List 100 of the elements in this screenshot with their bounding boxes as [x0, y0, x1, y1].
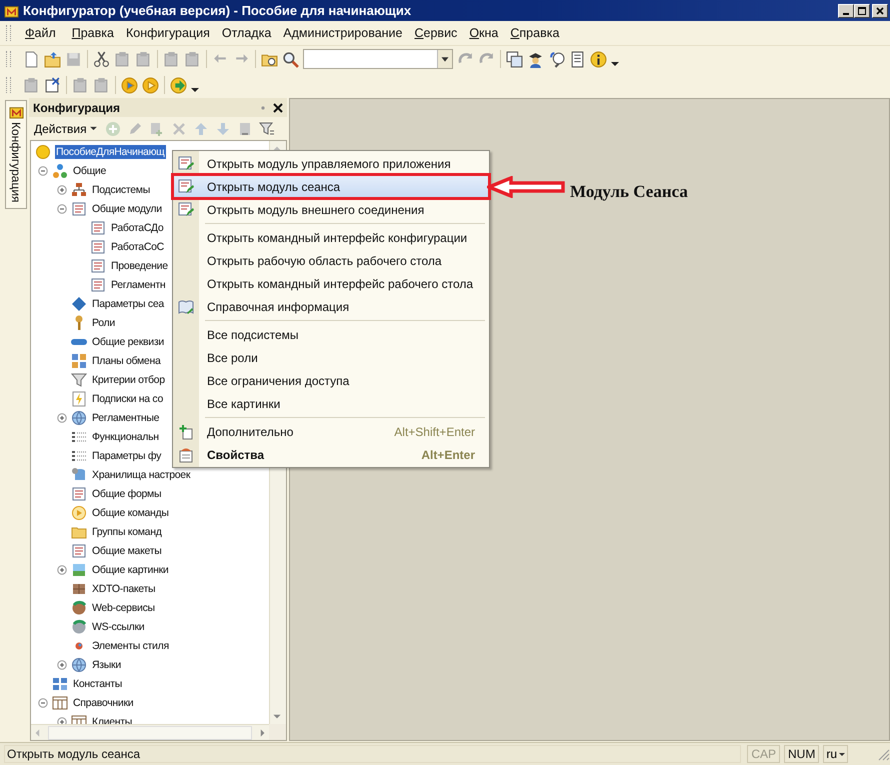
menu-item[interactable]: Открыть модуль внешнего соединения — [173, 198, 489, 221]
collapse-icon[interactable] — [38, 166, 48, 176]
search-icon[interactable] — [282, 50, 299, 68]
tree-item[interactable]: РаботаСоС — [110, 240, 165, 254]
menu-item[interactable]: Все ограничения доступа — [173, 369, 489, 392]
tree-item[interactable]: ПособиеДляНачинающ — [55, 144, 166, 158]
menu-item[interactable]: Окна — [463, 24, 504, 42]
properties-icon — [178, 446, 194, 462]
pin-icon[interactable] — [259, 104, 267, 112]
graduate-icon[interactable] — [527, 50, 544, 68]
tree-item[interactable]: WS-ссылки — [91, 620, 146, 634]
annotation-label: Модуль Сеанса — [570, 182, 688, 202]
tree-item[interactable]: Web-сервисы — [91, 600, 156, 614]
horizontal-scrollbar[interactable] — [31, 724, 269, 740]
play-icon — [71, 504, 87, 520]
menu-item[interactable]: Справочная информация — [173, 295, 489, 318]
expand-icon[interactable] — [57, 412, 67, 422]
side-tab[interactable]: Конфигурация — [5, 100, 27, 209]
open-folder-icon[interactable] — [44, 50, 61, 68]
caret-icon[interactable] — [191, 87, 199, 93]
close-button[interactable] — [872, 4, 888, 18]
menu-item[interactable]: Правка — [66, 24, 120, 42]
menu-item[interactable]: Открыть модуль сеанса — [173, 175, 489, 198]
play-icon[interactable] — [121, 76, 138, 94]
filter-icon[interactable] — [258, 120, 275, 136]
ball-icon — [35, 144, 51, 160]
tree-item[interactable]: Критерии отбор — [91, 372, 166, 386]
tree-item[interactable]: Планы обмена — [91, 354, 162, 368]
tree-item[interactable]: Элементы стиля — [91, 638, 170, 652]
help-icon[interactable] — [548, 50, 565, 68]
collapse-icon[interactable] — [57, 204, 67, 214]
tree-item[interactable]: Общие реквизи — [91, 334, 165, 348]
tree-item[interactable]: Общие команды — [91, 506, 170, 520]
info-icon[interactable] — [590, 50, 607, 68]
scrollbar-corner — [269, 724, 286, 740]
play-icon[interactable] — [142, 76, 159, 94]
key-indicator: CAP — [747, 745, 780, 763]
tree-item[interactable]: Подписки на со — [91, 392, 164, 406]
tree-item[interactable]: Регламентн — [110, 278, 166, 292]
tree-item[interactable]: Регламентные — [91, 410, 160, 424]
tree-item[interactable]: Справочники — [72, 696, 134, 710]
status-message: Открыть модуль сеанса — [4, 745, 742, 763]
menu-item[interactable]: Справка — [504, 24, 566, 42]
menu-item[interactable]: Все подсистемы — [173, 323, 489, 346]
expand-icon[interactable] — [57, 660, 67, 670]
document-icon — [90, 220, 106, 236]
expand-icon[interactable] — [57, 564, 67, 574]
tree-item[interactable]: Функциональн — [91, 430, 160, 444]
new-document-icon[interactable] — [23, 50, 40, 68]
actions-button[interactable]: Действия — [32, 122, 99, 136]
module-edit-icon — [178, 202, 194, 218]
caret-icon — [90, 126, 97, 131]
tree-item[interactable]: Параметры сеа — [91, 296, 165, 310]
menu-item[interactable]: Открыть командный интерфейс рабочего стола — [173, 272, 489, 295]
menu-item[interactable]: Отладка — [216, 24, 278, 42]
tree-item[interactable]: Общие модули — [91, 202, 163, 216]
tree-item[interactable]: РаботаСДо — [110, 220, 164, 234]
collapse-icon[interactable] — [38, 698, 48, 708]
document-icon — [90, 258, 106, 274]
menu-item[interactable]: Конфигурация — [120, 24, 216, 42]
tree-item[interactable]: Подсистемы — [91, 182, 151, 196]
language-button[interactable]: ru — [823, 745, 848, 763]
expand-icon[interactable] — [57, 184, 67, 194]
nodes-icon — [52, 162, 68, 178]
close-icon[interactable] — [273, 102, 283, 112]
menu-item[interactable]: Сервис — [408, 24, 464, 42]
menu-item[interactable]: Открыть модуль управляемого приложения — [173, 152, 489, 175]
menu-item[interactable]: Свойства Alt+Enter — [173, 443, 489, 466]
search-field[interactable] — [303, 49, 453, 69]
caret-icon[interactable] — [611, 61, 619, 67]
tree-item[interactable]: Общие — [72, 164, 108, 178]
resize-grip-icon[interactable] — [876, 747, 890, 761]
tree-item[interactable]: Общие макеты — [91, 544, 162, 558]
tree-item[interactable]: Языки — [91, 658, 122, 672]
cut-icon[interactable] — [93, 50, 110, 68]
tree-item[interactable]: Константы — [72, 676, 123, 690]
tree-item[interactable]: Общие формы — [91, 486, 162, 500]
tree-item[interactable]: Параметры фу — [91, 448, 162, 462]
menu-item[interactable]: Все картинки — [173, 392, 489, 415]
minimize-button[interactable] — [838, 4, 854, 18]
tree-item[interactable]: Хранилища настроек — [91, 468, 192, 482]
document-icon[interactable] — [569, 50, 586, 68]
module-edit-icon — [178, 156, 194, 172]
tree-item[interactable]: Группы команд — [91, 524, 163, 538]
tree-item[interactable]: Общие картинки — [91, 562, 170, 576]
dropdown-icon[interactable] — [437, 50, 452, 68]
menu-item[interactable]: Дополнительно Alt+Shift+Enter — [173, 420, 489, 443]
windows-icon[interactable] — [506, 50, 523, 68]
paste-icon[interactable] — [135, 50, 152, 68]
tree-item[interactable]: Роли — [91, 316, 116, 330]
menu-item[interactable]: Администрирование — [277, 24, 408, 42]
menu-item[interactable]: Все роли — [173, 346, 489, 369]
maximize-button[interactable] — [854, 4, 870, 18]
tree-item[interactable]: XDTO-пакеты — [91, 582, 156, 596]
document-icon — [71, 200, 87, 216]
menu-item[interactable]: Файл — [19, 24, 62, 42]
tree-item[interactable]: Проведение — [110, 258, 169, 272]
add-document-icon — [178, 424, 194, 440]
menu-item[interactable]: Открыть командный интерфейс конфигурации — [173, 226, 489, 249]
menu-item[interactable]: Открыть рабочую область рабочего стола — [173, 249, 489, 272]
